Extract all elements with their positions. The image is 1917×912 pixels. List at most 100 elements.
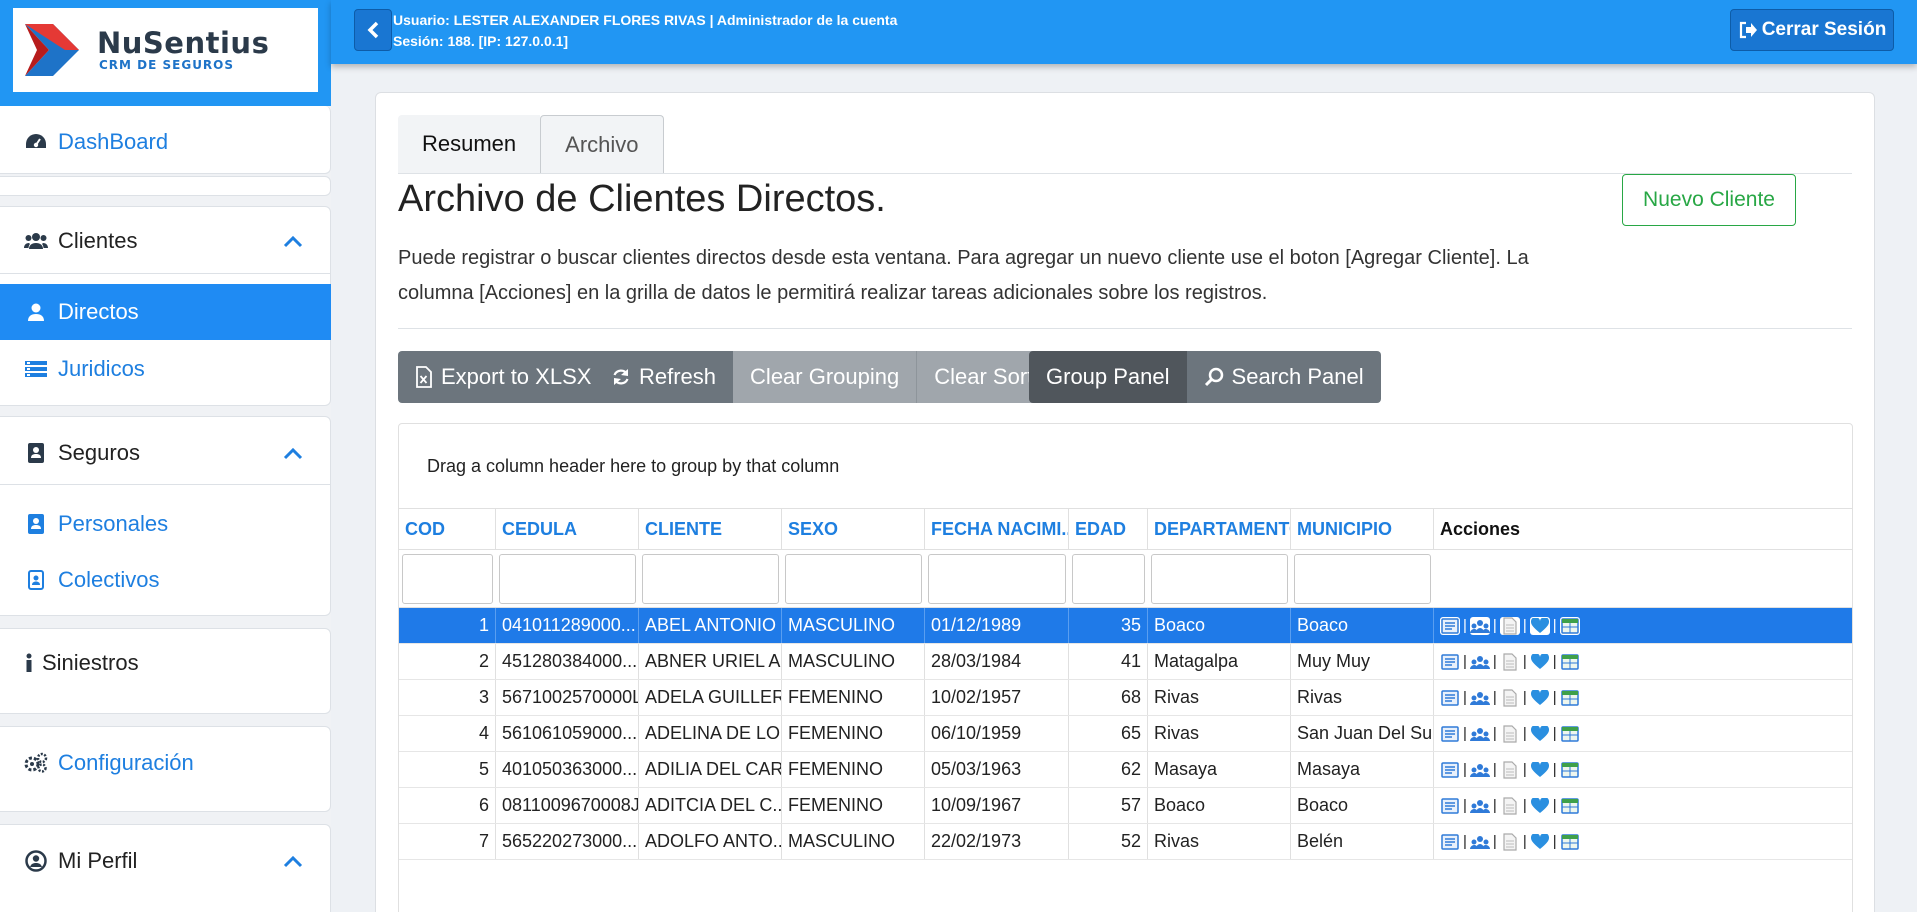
- document-icon[interactable]: [1500, 760, 1520, 779]
- table-icon[interactable]: [1560, 797, 1580, 815]
- table-icon[interactable]: [1560, 689, 1580, 707]
- chevron-up-icon[interactable]: [283, 228, 303, 254]
- sidebar-item-directos[interactable]: Directos: [0, 284, 331, 340]
- page-description: Puede registrar o buscar clientes direct…: [398, 247, 1529, 304]
- column-header-municipio[interactable]: MUNICIPIO: [1291, 509, 1434, 549]
- tab-archivo[interactable]: Archivo: [540, 115, 664, 173]
- family-icon[interactable]: [1469, 689, 1490, 707]
- tab-resumen[interactable]: Resumen: [398, 115, 541, 173]
- action-separator: |: [1552, 653, 1557, 670]
- view-card-icon[interactable]: [1440, 761, 1460, 779]
- document-icon[interactable]: [1500, 832, 1520, 851]
- group-drop-zone[interactable]: Drag a column header here to group by th…: [399, 424, 1852, 508]
- search-panel-button[interactable]: Search Panel: [1186, 351, 1381, 403]
- family-icon[interactable]: [1469, 797, 1490, 815]
- column-header-cedula[interactable]: CEDULA: [496, 509, 639, 549]
- view-card-icon[interactable]: [1440, 616, 1460, 635]
- table-icon[interactable]: [1560, 833, 1580, 851]
- heart-icon[interactable]: [1530, 689, 1550, 707]
- cell-edad: 52: [1069, 824, 1148, 859]
- table-row[interactable]: 1 041011289000... ABEL ANTONIO ... MASCULIN…: [399, 608, 1852, 644]
- cell-acciones: | | | |: [1434, 752, 1606, 787]
- view-card-icon[interactable]: [1440, 689, 1460, 707]
- filter-input-fecha[interactable]: [928, 554, 1066, 604]
- filter-input-cod[interactable]: [402, 554, 493, 604]
- table-icon[interactable]: [1559, 616, 1580, 635]
- filter-input-edad[interactable]: [1072, 554, 1145, 604]
- table-row[interactable]: 5401050363000...ADILIA DEL CAR...FEMENIN…: [399, 752, 1852, 788]
- heart-icon[interactable]: [1529, 616, 1550, 635]
- family-icon[interactable]: [1469, 653, 1490, 671]
- refresh-button[interactable]: Refresh: [594, 351, 734, 403]
- sidebar-item-colectivos[interactable]: Colectivos: [0, 555, 331, 605]
- heart-icon[interactable]: [1530, 833, 1550, 851]
- cell-departamento: Rivas: [1148, 824, 1291, 859]
- chevron-up-icon[interactable]: [283, 440, 303, 466]
- filter-input-municipio[interactable]: [1294, 554, 1431, 604]
- sidebar-item-juridicos[interactable]: Juridicos: [0, 344, 331, 394]
- document-icon[interactable]: [1500, 796, 1520, 815]
- column-header-cliente[interactable]: CLIENTE: [639, 509, 782, 549]
- sidebar-item-dashboard[interactable]: DashBoard: [0, 118, 331, 166]
- table-row[interactable]: 6 0811009670008J ADITCIA DEL C... FEMENINO 1…: [399, 788, 1852, 824]
- sidebar-group-clientes[interactable]: Clientes: [0, 216, 331, 266]
- sidebar-group-seguros[interactable]: Seguros: [0, 428, 331, 478]
- table-row[interactable]: 35671002570000LADELA GUILLER...FEMENINO1…: [399, 680, 1852, 716]
- cell-cliente: ADELINA DE LO...: [639, 716, 782, 751]
- logout-button[interactable]: Cerrar Sesión: [1730, 9, 1894, 51]
- export-xlsx-button[interactable]: Export to XLSX: [398, 351, 609, 403]
- filter-input-cedula[interactable]: [499, 554, 636, 604]
- info-icon: [24, 651, 34, 675]
- column-header-cod[interactable]: COD: [399, 509, 496, 549]
- document-icon[interactable]: [1500, 652, 1520, 671]
- collapse-sidebar-button[interactable]: [354, 9, 392, 51]
- column-header-fecha-nacimiento[interactable]: FECHA NACIMI...: [925, 509, 1069, 549]
- view-card-icon[interactable]: [1440, 833, 1460, 851]
- cell-edad: 65: [1069, 716, 1148, 751]
- cell-edad: 41: [1069, 644, 1148, 679]
- filter-input-sexo[interactable]: [785, 554, 922, 604]
- heart-icon[interactable]: [1530, 761, 1550, 779]
- column-header-sexo[interactable]: SEXO: [782, 509, 925, 549]
- sidebar-item-label: Personales: [58, 511, 169, 536]
- logo[interactable]: NuSentius CRM DE SEGUROS: [13, 8, 318, 92]
- view-card-icon[interactable]: [1440, 725, 1460, 743]
- table-icon[interactable]: [1560, 653, 1580, 671]
- heart-icon[interactable]: [1530, 653, 1550, 671]
- heart-icon[interactable]: [1530, 797, 1550, 815]
- action-separator: |: [1522, 833, 1527, 850]
- filter-input-departamento[interactable]: [1151, 554, 1288, 604]
- filter-input-cliente[interactable]: [642, 554, 779, 604]
- column-header-departamento[interactable]: DEPARTAMENTO: [1148, 509, 1291, 549]
- family-icon[interactable]: [1469, 725, 1490, 743]
- group-panel-button[interactable]: Group Panel: [1029, 351, 1187, 403]
- family-icon[interactable]: [1469, 833, 1490, 851]
- table-icon[interactable]: [1560, 761, 1580, 779]
- logout-label: Cerrar Sesión: [1761, 19, 1887, 40]
- clear-grouping-button[interactable]: Clear Grouping: [733, 351, 917, 403]
- nuevo-cliente-button[interactable]: Nuevo Cliente: [1622, 174, 1796, 226]
- sidebar-item-label: Configuración: [58, 750, 194, 775]
- view-card-icon[interactable]: [1440, 797, 1460, 815]
- cell-sexo: MASCULINO: [782, 608, 925, 643]
- table-row[interactable]: 4 561061059000... ADELINA DE LO... FEMENINO…: [399, 716, 1852, 752]
- sidebar-item-personales[interactable]: Personales: [0, 499, 331, 549]
- cell-sexo: FEMENINO: [782, 752, 925, 787]
- sidebar-item-siniestros[interactable]: Siniestros: [0, 638, 331, 688]
- sidebar-group-perfil[interactable]: Mi Perfil: [0, 836, 331, 886]
- heart-icon[interactable]: [1530, 725, 1550, 743]
- sidebar-item-configuracion[interactable]: Configuración: [0, 738, 331, 788]
- document-icon[interactable]: [1500, 688, 1520, 707]
- document-icon[interactable]: [1499, 616, 1520, 635]
- table-icon[interactable]: [1560, 725, 1580, 743]
- action-separator: |: [1492, 689, 1497, 706]
- chevron-up-icon[interactable]: [283, 848, 303, 874]
- table-row[interactable]: 7 565220273000... ADOLFO ANTO... MASCULINO 2…: [399, 824, 1852, 860]
- sidebar-divider: [0, 176, 331, 196]
- document-icon[interactable]: [1500, 724, 1520, 743]
- view-card-icon[interactable]: [1440, 653, 1460, 671]
- family-icon[interactable]: [1469, 761, 1490, 779]
- table-row[interactable]: 2451280384000...ABNER URIEL AL...MASCULI…: [399, 644, 1852, 680]
- column-header-edad[interactable]: EDAD: [1069, 509, 1148, 549]
- family-icon[interactable]: [1469, 616, 1490, 635]
